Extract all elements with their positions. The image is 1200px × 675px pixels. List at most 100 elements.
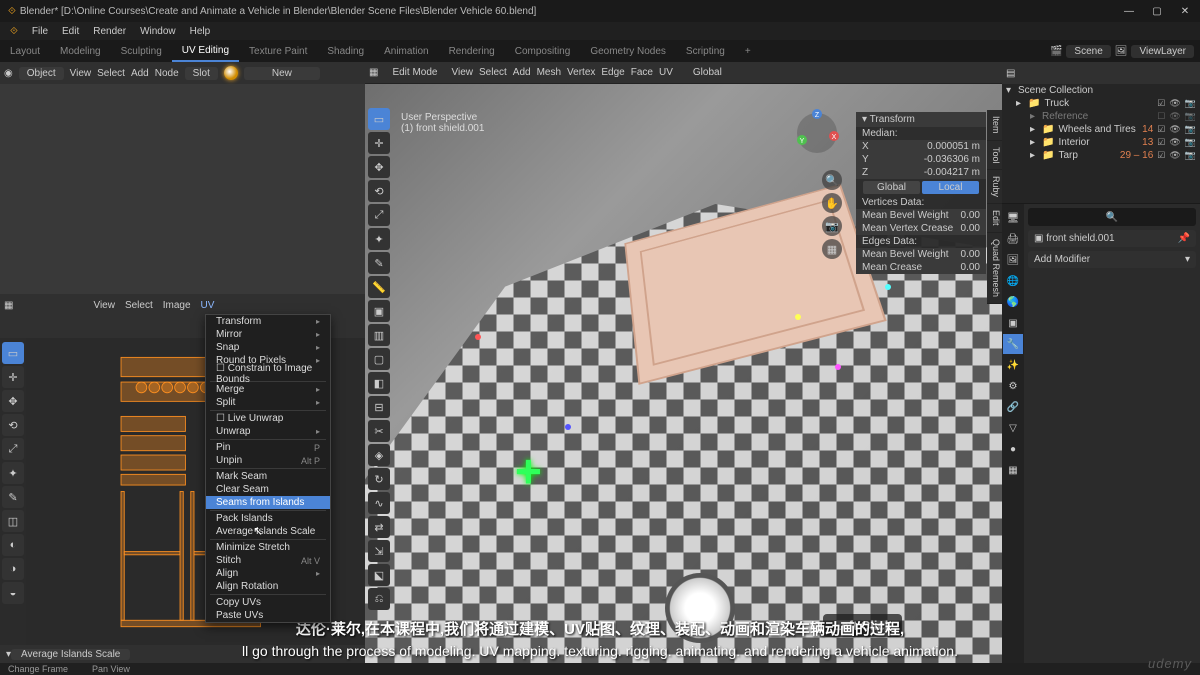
- collection-truck[interactable]: Truck: [1044, 98, 1153, 109]
- uv-menu-view[interactable]: View: [93, 300, 115, 311]
- vp-menu-vertex[interactable]: Vertex: [567, 67, 595, 78]
- ctx-stitch[interactable]: StitchAlt V: [206, 554, 330, 567]
- render-icon[interactable]: 📷: [1185, 111, 1196, 122]
- edge-bevel-value[interactable]: 0.00: [961, 249, 980, 260]
- viewlayer-field[interactable]: ViewLayer: [1131, 45, 1194, 58]
- edge-slide-icon[interactable]: ⇄: [368, 516, 390, 538]
- uv-menu-image[interactable]: Image: [163, 300, 191, 311]
- extrude-icon[interactable]: ▥: [368, 324, 390, 346]
- ctx-copy-uvs[interactable]: Copy UVs: [206, 596, 330, 609]
- ctx-align-rotation[interactable]: Align Rotation: [206, 580, 330, 593]
- spin-icon[interactable]: ↻: [368, 468, 390, 490]
- vp-menu-uv[interactable]: UV: [659, 67, 673, 78]
- rip-icon[interactable]: ⎌: [368, 588, 390, 610]
- measure-icon[interactable]: 📏: [368, 276, 390, 298]
- 3d-viewport[interactable]: ▦ Edit Mode View Select Add Mesh Vertex …: [365, 62, 1002, 663]
- eye-icon[interactable]: 👁: [1169, 150, 1180, 161]
- ctx-merge[interactable]: Merge▸: [206, 383, 330, 396]
- space-global-button[interactable]: Global: [863, 181, 920, 194]
- render-icon[interactable]: 📷: [1185, 150, 1196, 161]
- menu-help[interactable]: Help: [184, 26, 217, 37]
- vp-menu-mesh[interactable]: Mesh: [537, 67, 561, 78]
- ctx-seams-from-islands[interactable]: Seams from Islands: [206, 496, 330, 509]
- cursor-tool-icon[interactable]: ✛: [2, 366, 24, 388]
- eye-icon[interactable]: 👁: [1169, 124, 1180, 135]
- uv-menu-select[interactable]: Select: [125, 300, 153, 311]
- shrink-icon[interactable]: ⇲: [368, 540, 390, 562]
- loopcut-icon[interactable]: ⊟: [368, 396, 390, 418]
- viewport-editor-icon[interactable]: ▦: [369, 67, 378, 78]
- add-modifier-button[interactable]: Add Modifier▾: [1028, 251, 1196, 268]
- polybuild-icon[interactable]: ◈: [368, 444, 390, 466]
- close-icon[interactable]: ✕: [1178, 6, 1192, 17]
- tab-add[interactable]: +: [735, 40, 761, 62]
- ctx-align[interactable]: Align▸: [206, 567, 330, 580]
- eye-icon[interactable]: 👁: [1169, 98, 1180, 109]
- slot-select[interactable]: Slot: [185, 67, 218, 80]
- vertex-crease-value[interactable]: 0.00: [961, 223, 980, 234]
- move-tool-icon[interactable]: ✥: [2, 390, 24, 412]
- persp-toggle-icon[interactable]: ▦: [822, 239, 842, 259]
- menu-window[interactable]: Window: [134, 26, 182, 37]
- properties-search[interactable]: 🔍: [1028, 208, 1196, 226]
- knife-icon[interactable]: ✂: [368, 420, 390, 442]
- ctx-minimize-stretch[interactable]: Minimize Stretch: [206, 541, 330, 554]
- add-cube-icon[interactable]: ▣: [368, 300, 390, 322]
- menu-render[interactable]: Render: [87, 26, 132, 37]
- output-props-icon[interactable]: 🖨: [1003, 229, 1023, 249]
- move-icon[interactable]: ✥: [368, 156, 390, 178]
- tab-layout[interactable]: Layout: [0, 40, 50, 62]
- render-icon[interactable]: 📷: [1185, 137, 1196, 148]
- constraints-props-icon[interactable]: 🔗: [1003, 397, 1023, 417]
- rotate-tool-icon[interactable]: ⟲: [2, 414, 24, 436]
- vp-menu-edge[interactable]: Edge: [601, 67, 624, 78]
- annotate-icon[interactable]: ✎: [368, 252, 390, 274]
- viewlayer-props-icon[interactable]: 🖼: [1003, 250, 1023, 270]
- exclude-icon[interactable]: ☑: [1157, 150, 1165, 161]
- active-object[interactable]: ▣ front shield.001📌: [1028, 230, 1196, 247]
- menu-edit[interactable]: Edit: [56, 26, 85, 37]
- ctx-live-unwrap[interactable]: ☐ Live Unwrap: [206, 412, 330, 425]
- uv-menu-uv[interactable]: UV: [201, 300, 215, 311]
- transform-icon[interactable]: ✦: [368, 228, 390, 250]
- annotate-tool-icon[interactable]: ✎: [2, 486, 24, 508]
- ctx-unwrap[interactable]: Unwrap▸: [206, 425, 330, 438]
- relax-tool-icon[interactable]: ◑: [2, 558, 24, 580]
- world-props-icon[interactable]: 🌎: [1003, 292, 1023, 312]
- material-preview-icon[interactable]: [224, 66, 238, 80]
- menu-select[interactable]: Select: [97, 68, 125, 79]
- tab-tool[interactable]: Tool: [987, 141, 1002, 171]
- inset-icon[interactable]: ▢: [368, 348, 390, 370]
- tab-compositing[interactable]: Compositing: [505, 40, 581, 62]
- outliner-icon[interactable]: ▤: [1006, 68, 1015, 79]
- menu-node[interactable]: Node: [155, 68, 179, 79]
- camera-icon[interactable]: 📷: [822, 216, 842, 236]
- uv-editor-icon[interactable]: ▦: [4, 300, 13, 311]
- vp-menu-view[interactable]: View: [451, 67, 473, 78]
- ctx-unpin[interactable]: UnpinAlt P: [206, 454, 330, 467]
- rotate-icon[interactable]: ⟲: [368, 180, 390, 202]
- edge-crease-value[interactable]: 0.00: [961, 262, 980, 273]
- collection-wheels[interactable]: Wheels and Tires: [1058, 124, 1138, 135]
- transform-tool-icon[interactable]: ✦: [2, 462, 24, 484]
- ctx-pack-islands[interactable]: Pack Islands: [206, 512, 330, 525]
- select-tool-icon[interactable]: ▭: [2, 342, 24, 364]
- object-props-icon[interactable]: ▣: [1003, 313, 1023, 333]
- zoom-icon[interactable]: 🔍: [822, 170, 842, 190]
- tab-uvediting[interactable]: UV Editing: [172, 40, 239, 62]
- exclude-icon[interactable]: ☑: [1157, 98, 1165, 109]
- new-material-button[interactable]: New: [244, 67, 320, 80]
- collection-reference[interactable]: Reference: [1042, 111, 1153, 122]
- bevel-icon[interactable]: ◧: [368, 372, 390, 394]
- material-props-icon[interactable]: ●: [1003, 439, 1023, 459]
- tab-sculpting[interactable]: Sculpting: [111, 40, 172, 62]
- ctx-mirror[interactable]: Mirror▸: [206, 328, 330, 341]
- tab-rendering[interactable]: Rendering: [439, 40, 505, 62]
- tab-shading[interactable]: Shading: [317, 40, 374, 62]
- ctx-average-islands-scale[interactable]: Average Islands Scale: [206, 525, 330, 538]
- ctx-pin[interactable]: PinP: [206, 441, 330, 454]
- viewport-mode[interactable]: Edit Mode: [384, 66, 445, 79]
- mode-select[interactable]: Object: [19, 67, 64, 80]
- particle-props-icon[interactable]: ✨: [1003, 355, 1023, 375]
- ctx-snap[interactable]: Snap▸: [206, 341, 330, 354]
